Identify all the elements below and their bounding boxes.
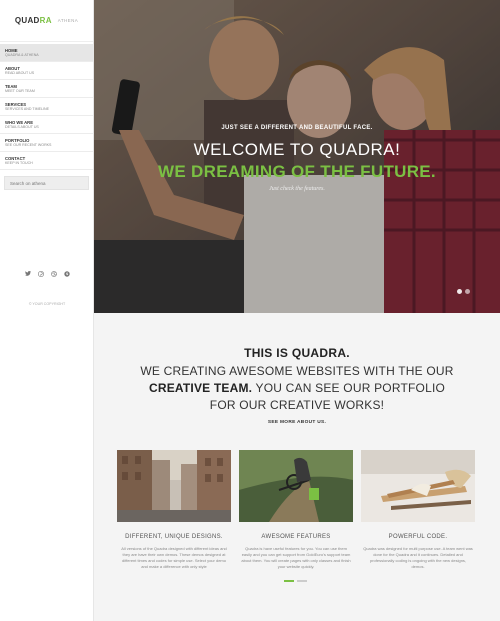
about-section: THIS IS QUADRA. WE CREATING AWESOME WEBS… <box>94 313 500 621</box>
intro-line-2-rest: YOU CAN SEE OUR PORTFOLIO <box>252 381 446 395</box>
intro-text: WE CREATING AWESOME WEBSITES WITH THE OU… <box>94 363 500 414</box>
nav-item-sub: DETAILS ABOUT US <box>5 125 39 129</box>
city-street-image <box>117 450 231 522</box>
skype-icon[interactable] <box>63 270 70 277</box>
feature-title: DIFFERENT, UNIQUE DESIGNS. <box>125 534 223 540</box>
nav-item-sub: QUADRA & ATHENA <box>5 53 39 57</box>
cards-pager <box>284 580 307 582</box>
slider-dot[interactable] <box>457 289 462 294</box>
intro-bold: CREATIVE TEAM. <box>148 381 253 395</box>
sidebar: QUADRA ATHENA HOME QUADRA & ATHENA ABOUT… <box>0 0 94 621</box>
hero-title: WELCOME TO QUADRA! <box>193 140 401 159</box>
intro-line-3: FOR OUR CREATIVE WORKS! <box>209 398 385 412</box>
intro-line-1: WE CREATING AWESOME WEBSITES WITH THE OU… <box>140 364 454 378</box>
feature-title: AWESOME FEATURES <box>261 534 331 540</box>
feature-card: AWESOME FEATURES Quadra is have useful f… <box>239 450 353 570</box>
nav-item-sub: READ ABOUT US <box>5 71 35 75</box>
search-box <box>4 176 89 190</box>
paint-brushes-image <box>361 450 475 522</box>
feature-description: Quadra is have useful features for you. … <box>241 546 351 569</box>
nav-item-sub: MEET OUR TEAM <box>5 89 35 93</box>
see-more-link[interactable]: SEE MORE ABOUT US. <box>94 420 500 425</box>
nav-item-who-we-are[interactable]: WHO WE ARE DETAILS ABOUT US <box>0 116 93 134</box>
twitter-icon[interactable] <box>24 270 31 277</box>
feature-card: DIFFERENT, UNIQUE DESIGNS. All versions … <box>117 450 231 570</box>
nav-item-sub: SEE OUR RECENT WORKS <box>5 143 52 147</box>
pager-dot[interactable] <box>297 580 307 582</box>
feature-description: Quadra was designed for multi purpose us… <box>363 546 473 569</box>
pinterest-icon[interactable] <box>37 270 44 277</box>
slider-dot[interactable] <box>465 289 470 294</box>
feature-cards: DIFFERENT, UNIQUE DESIGNS. All versions … <box>117 450 477 570</box>
intro-line-2: CREATIVE TEAM. YOU CAN SEE OUR PORTFOLIO <box>94 380 500 397</box>
hero-slider: JUST SEE A DIFFERENT AND BEAUTIFUL FACE.… <box>94 0 500 313</box>
mountain-bike-image <box>239 450 353 522</box>
hero-pretitle: JUST SEE A DIFFERENT AND BEAUTIFUL FACE. <box>221 125 373 131</box>
pager-dot-active[interactable] <box>284 580 294 582</box>
nav-item-sub: KEEP IN TOUCH <box>5 161 33 165</box>
main-nav: HOME QUADRA & ATHENA ABOUT READ ABOUT US… <box>0 44 93 170</box>
nav-item-team[interactable]: TEAM MEET OUR TEAM <box>0 80 93 98</box>
nav-item-contact[interactable]: CONTACT KEEP IN TOUCH <box>0 152 93 170</box>
social-links <box>0 270 94 277</box>
nav-item-portfolio[interactable]: PORTFOLIO SEE OUR RECENT WORKS <box>0 134 93 152</box>
feature-card: POWERFUL CODE. Quadra was designed for m… <box>361 450 475 570</box>
nav-item-home[interactable]: HOME QUADRA & ATHENA <box>0 44 93 62</box>
hero-green-title: WE DREAMING OF THE FUTURE. <box>158 162 436 181</box>
search-input[interactable] <box>10 180 83 186</box>
logo-lead: QUAD <box>14 16 40 25</box>
nav-item-about[interactable]: ABOUT READ ABOUT US <box>0 62 93 80</box>
dribbble-icon[interactable] <box>50 270 57 277</box>
feature-description: All versions of the Quadra designed with… <box>121 546 227 569</box>
nav-item-sub: SERVICES AND TIMELINE <box>5 107 50 111</box>
intro-heading: THIS IS QUADRA. <box>244 346 350 360</box>
feature-title: POWERFUL CODE. <box>388 534 448 540</box>
logo-accent: RA <box>39 16 52 25</box>
copyright: © YOUR COPYRIGHT <box>28 302 66 306</box>
logo-row: QUADRA ATHENA <box>0 0 93 42</box>
nav-item-services[interactable]: SERVICES SERVICES AND TIMELINE <box>0 98 93 116</box>
hero-tagline: Just check the features. <box>269 186 325 192</box>
logo-subtitle: ATHENA <box>57 18 79 23</box>
slider-dots <box>457 289 470 294</box>
logo[interactable]: QUADRA <box>15 16 52 25</box>
